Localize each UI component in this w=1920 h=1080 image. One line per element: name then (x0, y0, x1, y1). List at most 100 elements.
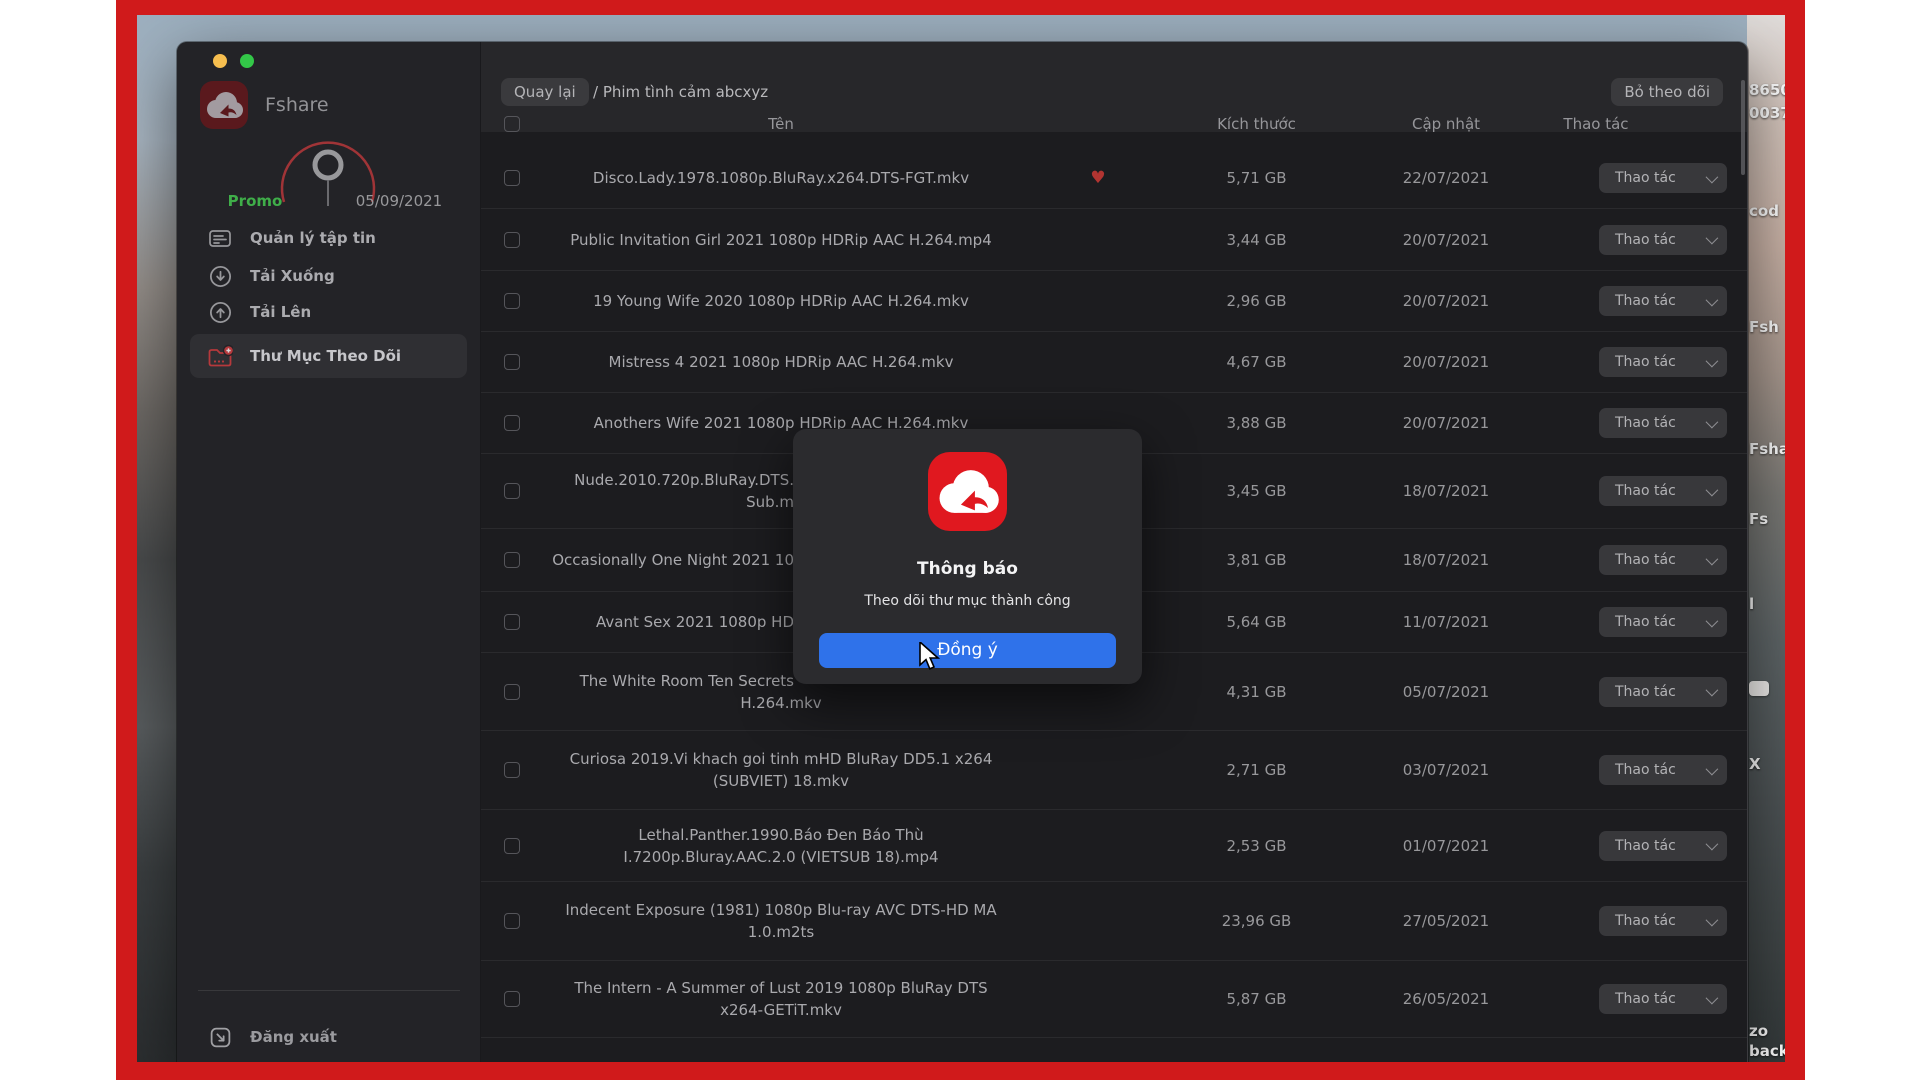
notification-dialog: Thông báo Theo dõi thư mục thành công Đồ… (793, 429, 1142, 684)
file-updated: 27/05/2021 (1402, 912, 1490, 930)
row-checkbox[interactable] (504, 483, 520, 499)
zoom-button[interactable] (240, 54, 254, 68)
row-checkbox[interactable] (504, 552, 520, 568)
sidebar-item-downloads[interactable]: Tải Xuống (177, 257, 480, 295)
scrollbar-thumb[interactable] (1741, 80, 1745, 175)
sidebar-item-label: Quản lý tập tin (250, 229, 376, 247)
file-name: The Intern - A Summer of Lust 2019 1080p… (574, 979, 988, 1019)
row-checkbox[interactable] (504, 913, 520, 929)
actions-dropdown[interactable]: Thao tác (1599, 476, 1727, 506)
dialog-title: Thông báo (917, 559, 1018, 579)
chevron-down-icon (1705, 683, 1719, 697)
row-checkbox[interactable] (504, 293, 520, 309)
logout-label: Đăng xuất (250, 1028, 337, 1046)
actions-dropdown[interactable]: Thao tác (1599, 163, 1727, 193)
back-button[interactable]: Quay lại (501, 78, 589, 106)
file-size: 3,81 GB (1226, 551, 1287, 569)
actions-dropdown[interactable]: Thao tác (1599, 286, 1727, 316)
unfollow-button[interactable]: Bỏ theo dõi (1611, 78, 1723, 106)
desktop-right-strip (1747, 15, 1785, 1062)
file-size: 5,87 GB (1226, 990, 1287, 1008)
desktop-label-fragment: l (1749, 595, 1755, 613)
chevron-down-icon (1705, 483, 1719, 496)
favorite-heart-icon[interactable]: ♥ (1086, 168, 1110, 188)
chevron-down-icon (1705, 913, 1719, 926)
table-row[interactable]: Curiosa 2019.Vi khach goi tinh mHD BluRa… (481, 730, 1747, 809)
file-updated: 20/07/2021 (1402, 292, 1490, 310)
desktop-label-fragment: Fs (1749, 510, 1769, 528)
table-row[interactable]: Aroused by Gymnopedies 2016 1080p BluRay… (481, 1037, 1747, 1062)
folder-icon-fragment (1749, 681, 1769, 696)
breadcrumb: / Phim tình cảm abcxyz (593, 83, 769, 101)
actions-dropdown[interactable]: Thao tác (1599, 224, 1727, 255)
table-row[interactable]: Mistress 4 2021 1080p HDRip AAC H.264.mk… (481, 331, 1747, 392)
actions-dropdown[interactable]: Thao tác (1599, 755, 1727, 785)
row-checkbox[interactable] (504, 683, 520, 700)
file-updated: 20/07/2021 (1402, 414, 1490, 432)
table-row[interactable]: 19 Young Wife 2020 1080p HDRip AAC H.264… (481, 270, 1747, 331)
file-size: 23,96 GB (1221, 912, 1292, 930)
file-size: 5,71 GB (1226, 169, 1287, 187)
file-name: Curiosa 2019.Vi khach goi tinh mHD BluRa… (569, 750, 993, 790)
chevron-down-icon (1705, 614, 1719, 627)
minimize-button[interactable] (213, 54, 227, 68)
actions-dropdown[interactable]: Thao tác (1599, 984, 1727, 1014)
actions-dropdown[interactable]: Thao tác (1599, 607, 1727, 637)
file-size: 3,88 GB (1226, 414, 1287, 432)
desktop-label-fragment: back (1749, 1042, 1785, 1060)
chevron-down-icon (1705, 231, 1719, 245)
file-size: 3,44 GB (1226, 230, 1287, 249)
file-size: 2,96 GB (1226, 292, 1287, 310)
file-name: Lethal.Panther.1990.Báo Đen Báo Thù I.720… (623, 825, 939, 866)
actions-dropdown-label: Thao tác (1615, 614, 1676, 630)
table-row[interactable]: Disco.Lady.1978.1080p.BluRay.x264.DTS-FG… (481, 148, 1747, 208)
actions-dropdown[interactable]: Thao tác (1599, 906, 1727, 936)
file-manager-icon (207, 225, 233, 251)
actions-dropdown-label: Thao tác (1615, 170, 1676, 186)
row-checkbox[interactable] (504, 614, 520, 630)
row-checkbox[interactable] (504, 837, 520, 854)
sidebar-divider (198, 990, 460, 991)
actions-dropdown[interactable]: Thao tác (1599, 545, 1727, 575)
actions-dropdown-label: Thao tác (1615, 991, 1676, 1007)
file-name: Public Invitation Girl 2021 1080p HDRip … (570, 230, 992, 249)
file-name: Indecent Exposure (1981) 1080p Blu-ray A… (565, 901, 997, 941)
chevron-down-icon (1705, 837, 1719, 851)
chevron-down-icon (1705, 354, 1719, 367)
row-checkbox[interactable] (504, 354, 520, 370)
file-name: Mistress 4 2021 1080p HDRip AAC H.264.mk… (608, 353, 954, 371)
confirm-button[interactable]: Đồng ý (819, 633, 1116, 668)
actions-dropdown[interactable]: Thao tác (1599, 347, 1727, 377)
sidebar-item-uploads[interactable]: Tải Lên (177, 293, 480, 331)
sidebar-item-label: Tải Lên (250, 303, 312, 321)
actions-dropdown[interactable]: Thao tác (1599, 676, 1727, 707)
actions-dropdown[interactable]: Thao tác (1599, 830, 1727, 861)
desktop-label-fragment: X (1749, 755, 1761, 773)
table-row[interactable]: The Intern - A Summer of Lust 2019 1080p… (481, 960, 1747, 1037)
logout-button[interactable]: Đăng xuất (207, 1016, 337, 1058)
sidebar-item-file-manager[interactable]: Quản lý tập tin (177, 219, 480, 257)
actions-dropdown-label: Thao tác (1615, 913, 1676, 929)
row-checkbox[interactable] (504, 231, 520, 248)
expiry-date: 05/09/2021 (355, 192, 443, 210)
upload-icon (207, 299, 233, 325)
promo-badge: Promo (227, 192, 283, 210)
row-checkbox[interactable] (504, 415, 520, 431)
file-updated: 20/07/2021 (1402, 230, 1490, 249)
table-row[interactable]: Lethal.Panther.1990.Báo Đen Báo Thù I.720… (481, 809, 1747, 881)
row-checkbox[interactable] (504, 991, 520, 1007)
file-name: 19 Young Wife 2020 1080p HDRip AAC H.264… (593, 292, 969, 310)
window-controls (213, 54, 254, 68)
chevron-down-icon (1705, 991, 1719, 1004)
actions-dropdown-label: Thao tác (1615, 683, 1676, 700)
actions-dropdown[interactable]: Thao tác (1599, 408, 1727, 438)
row-checkbox[interactable] (504, 762, 520, 778)
row-checkbox[interactable] (504, 170, 520, 186)
desktop-label-fragment: Fsha (1749, 440, 1785, 458)
select-all-checkbox[interactable] (504, 116, 520, 132)
file-updated: 20/07/2021 (1402, 353, 1490, 371)
table-row[interactable]: Public Invitation Girl 2021 1080p HDRip … (481, 208, 1747, 270)
table-row[interactable]: Indecent Exposure (1981) 1080p Blu-ray A… (481, 881, 1747, 960)
file-updated: 22/07/2021 (1402, 169, 1490, 187)
sidebar-item-watched-folders[interactable]: Thư Mục Theo Dõi (190, 334, 467, 378)
